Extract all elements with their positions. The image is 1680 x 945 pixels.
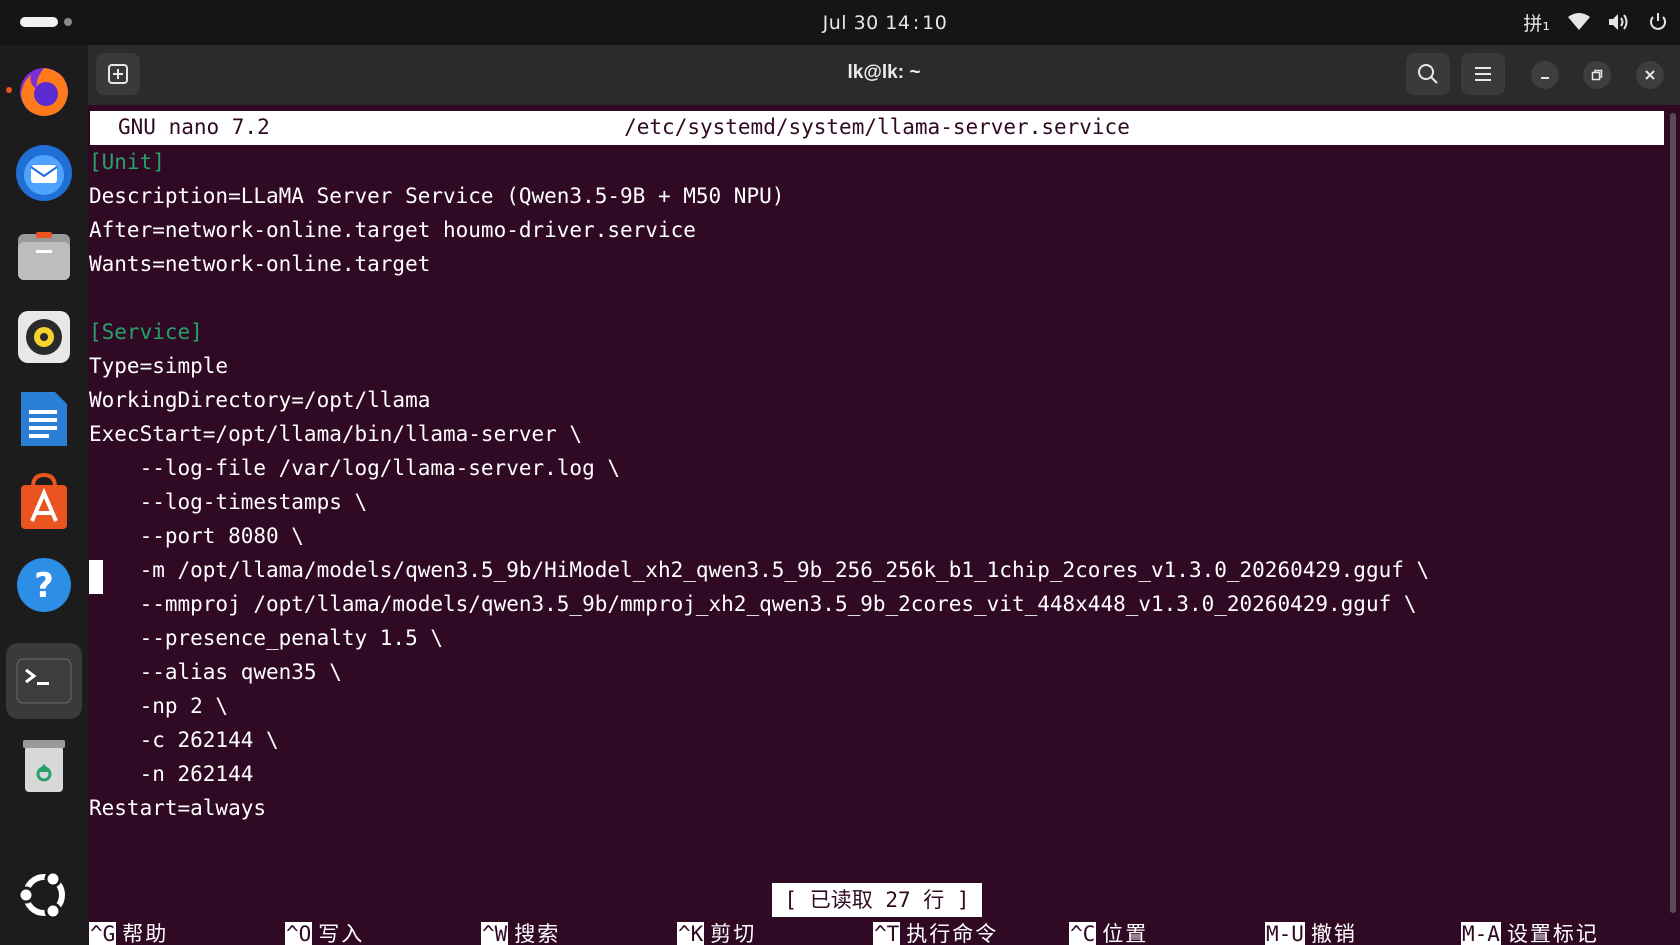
editor-line[interactable]: Type=simple — [89, 349, 228, 383]
rhythmbox-icon[interactable] — [14, 307, 74, 367]
show-apps-icon[interactable] — [14, 865, 74, 925]
close-button[interactable] — [1636, 61, 1664, 89]
terminal-view[interactable]: GNU nano 7.2 /etc/systemd/system/llama-s… — [88, 105, 1680, 945]
shortcut-label: 搜索 — [514, 922, 561, 945]
terminal-window: lk@lk: ~ GNU nano 7.2 /etc/systemd/syste… — [88, 45, 1680, 945]
scrollbar[interactable] — [1670, 113, 1676, 913]
editor-line[interactable]: -m /opt/llama/models/qwen3.5_9b/HiModel_… — [89, 553, 1430, 587]
editor-line[interactable]: -c 262144 \ — [89, 723, 279, 757]
shortcut-label: 写入 — [318, 922, 365, 945]
shortcut-item: M-A 设置标记 — [1461, 917, 1599, 945]
wifi-icon[interactable] — [1568, 10, 1590, 34]
shortcut-key: ^O — [285, 922, 313, 945]
editor-line[interactable]: --alias qwen35 \ — [89, 655, 342, 689]
shortcut-key: M-A — [1461, 922, 1501, 945]
running-indicator — [6, 87, 12, 93]
shortcut-key: ^K — [677, 922, 705, 945]
shortcut-item: ^O 写入 — [285, 917, 364, 945]
trash-icon[interactable] — [14, 735, 74, 795]
editor-line[interactable]: [Service] — [89, 315, 203, 349]
thunderbird-icon[interactable] — [14, 143, 74, 203]
editor-line[interactable]: -n 262144 — [89, 757, 254, 791]
clock[interactable]: Jul 30 14 : 10 — [0, 12, 1680, 34]
editor-line[interactable]: --log-file /var/log/llama-server.log \ — [89, 451, 620, 485]
editor-line[interactable]: Wants=network-online.target — [89, 247, 430, 281]
restore-button[interactable] — [1583, 61, 1611, 89]
header-bar[interactable]: lk@lk: ~ — [88, 45, 1680, 105]
shortcut-label: 执行命令 — [906, 922, 999, 945]
svg-text:?: ? — [34, 566, 54, 606]
input-method-indicator[interactable]: 拼₁ — [1523, 10, 1550, 35]
shortcut-item: ^K 剪切 — [677, 917, 756, 945]
shortcut-item: ^T 执行命令 — [873, 917, 998, 945]
terminal-icon[interactable] — [6, 643, 82, 719]
files-icon[interactable] — [14, 225, 74, 285]
search-button[interactable] — [1406, 53, 1450, 95]
editor-line[interactable]: WorkingDirectory=/opt/llama — [89, 383, 430, 417]
editor-line[interactable]: Restart=always — [89, 791, 266, 825]
menu-button[interactable] — [1461, 53, 1505, 95]
shortcut-item: M-U 撤销 — [1265, 917, 1357, 945]
editor-line[interactable]: --log-timestamps \ — [89, 485, 368, 519]
editor-line[interactable]: --port 8080 \ — [89, 519, 304, 553]
shortcut-key: M-U — [1265, 922, 1305, 945]
dock: ? — [0, 45, 88, 945]
editor-line[interactable]: After=network-online.target houmo-driver… — [89, 213, 696, 247]
shortcut-key: ^W — [481, 922, 509, 945]
editor-line[interactable]: --mmproj /opt/llama/models/qwen3.5_9b/mm… — [89, 587, 1417, 621]
shortcut-label: 设置标记 — [1506, 922, 1599, 945]
shortcut-label: 帮助 — [122, 922, 169, 945]
shortcut-key: ^G — [89, 922, 117, 945]
libreoffice-writer-icon[interactable] — [14, 389, 74, 449]
status-message: [ 已读取 27 行 ] — [772, 883, 982, 917]
app-center-icon[interactable] — [14, 472, 74, 532]
text-cursor — [89, 560, 103, 594]
editor-line[interactable]: [Unit] — [89, 145, 165, 179]
shortcut-key: ^T — [873, 922, 901, 945]
editor-line[interactable]: Description=LLaMA Server Service (Qwen3.… — [89, 179, 784, 213]
editor-line[interactable]: -np 2 \ — [89, 689, 229, 723]
shortcut-label: 撤销 — [1310, 922, 1357, 945]
nano-filename: /etc/systemd/system/llama-server.service — [624, 115, 1130, 139]
nano-title-bar: GNU nano 7.2 /etc/systemd/system/llama-s… — [90, 111, 1664, 145]
shortcut-key: ^C — [1069, 922, 1097, 945]
shortcut-item: ^G 帮助 — [89, 917, 168, 945]
editor-line[interactable]: ExecStart=/opt/llama/bin/llama-server \ — [89, 417, 582, 451]
shortcut-label: 剪切 — [710, 922, 757, 945]
shortcut-item: ^C 位置 — [1069, 917, 1148, 945]
help-icon[interactable]: ? — [14, 555, 74, 615]
firefox-icon[interactable] — [14, 60, 74, 120]
shortcut-label: 位置 — [1102, 922, 1149, 945]
power-icon[interactable] — [1648, 10, 1668, 34]
system-tray[interactable]: 拼₁ — [1523, 10, 1668, 35]
minimize-button[interactable] — [1531, 61, 1559, 89]
top-bar: Jul 30 14 : 10 拼₁ — [0, 0, 1680, 45]
volume-icon[interactable] — [1608, 10, 1630, 34]
editor-line[interactable]: --presence_penalty 1.5 \ — [89, 621, 443, 655]
shortcut-item: ^W 搜索 — [481, 917, 560, 945]
